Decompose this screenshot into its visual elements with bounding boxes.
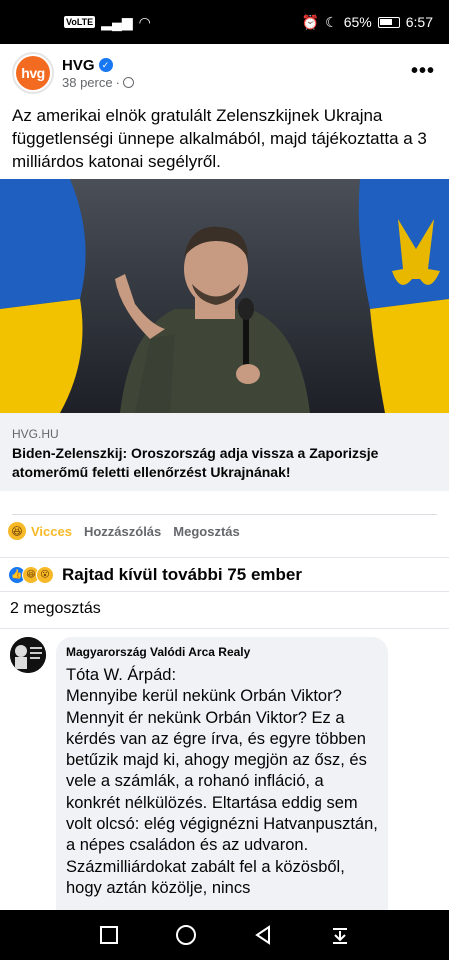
reactions-summary[interactable]: 👍 😆 😮 Rajtad kívül további 75 ember <box>0 557 449 591</box>
verified-icon: ✓ <box>98 58 113 72</box>
comment-label: Hozzászólás <box>83 523 162 539</box>
commenter-avatar-image <box>10 637 46 673</box>
back-icon[interactable] <box>248 920 278 950</box>
comment-bubble[interactable]: Magyarország Valódi Arca Realy Tóta W. Á… <box>56 637 388 927</box>
share-label: Megosztás <box>173 523 240 539</box>
comment-button[interactable]: Hozzászólás <box>84 524 161 539</box>
react-label: Vicces <box>31 523 72 539</box>
comment-text: Tóta W. Árpád: Mennyibe kerül nekünk Orb… <box>66 666 378 897</box>
link-preview[interactable]: HVG.HU Biden-Zelenszkij: Oroszország adj… <box>0 413 449 491</box>
comment-author[interactable]: Magyarország Valódi Arca Realy <box>66 645 378 659</box>
post-header-text: HVG ✓ 38 perce · <box>62 57 134 90</box>
status-left: VoLTE ▂▄▆ ◠ <box>64 14 151 31</box>
signal-icon: ▂▄▆ <box>101 13 133 30</box>
battery-icon <box>377 16 400 28</box>
recents-icon[interactable] <box>94 920 124 950</box>
share-count[interactable]: 2 megosztás <box>0 591 449 629</box>
post-meta: 38 perce · <box>62 75 134 90</box>
more-options-icon[interactable]: ••• <box>411 60 435 83</box>
reactions-text: Rajtad kívül további 75 ember <box>62 564 302 584</box>
alarm-icon: ⏰ <box>301 13 320 30</box>
volte-icon: VoLTE <box>64 16 96 28</box>
meta-dot: · <box>115 74 120 90</box>
page-name-row: HVG ✓ <box>62 57 134 74</box>
page-avatar[interactable]: hvg <box>12 52 54 94</box>
post-actions: 😆 Vicces Hozzászólás Megosztás <box>8 522 240 540</box>
wifi-icon: ◠ <box>138 13 151 30</box>
post-photo <box>0 179 449 413</box>
page-name[interactable]: HVG <box>62 57 95 74</box>
link-domain: HVG.HU <box>12 427 59 441</box>
haha-icon: 😆 <box>8 522 26 540</box>
hvg-logo: hvg <box>16 56 50 90</box>
globe-icon <box>122 76 134 88</box>
link-title: Biden-Zelenszkij: Oroszország adja vissz… <box>12 445 379 480</box>
react-button[interactable]: 😆 Vicces <box>8 522 72 540</box>
share-button[interactable]: Megosztás <box>173 524 239 539</box>
comment: Magyarország Valódi Arca Realy Tóta W. Á… <box>10 637 388 927</box>
clock: 6:57 <box>405 14 433 30</box>
moon-icon: ☾ <box>325 13 338 30</box>
wow-icon: 😮 <box>36 565 54 584</box>
status-bar: VoLTE ▂▄▆ ◠ ⏰ ☾ 65% 6:57 <box>0 0 449 44</box>
home-icon[interactable] <box>171 920 201 950</box>
battery-percent: 65% <box>343 14 372 30</box>
post-time[interactable]: 38 perce <box>62 75 113 90</box>
reaction-icons: 👍 😆 😮 <box>8 565 54 584</box>
post-image[interactable] <box>0 179 449 413</box>
status-right: ⏰ ☾ 65% 6:57 <box>302 14 433 31</box>
divider <box>12 514 437 515</box>
notification-pull-icon[interactable] <box>325 920 355 950</box>
comment-avatar[interactable] <box>10 637 46 673</box>
post-header: hvg HVG ✓ 38 perce · ••• <box>0 44 449 102</box>
post-text: Az amerikai elnök gratulált Zelenszkijne… <box>12 106 427 171</box>
system-nav-bar <box>0 910 449 960</box>
